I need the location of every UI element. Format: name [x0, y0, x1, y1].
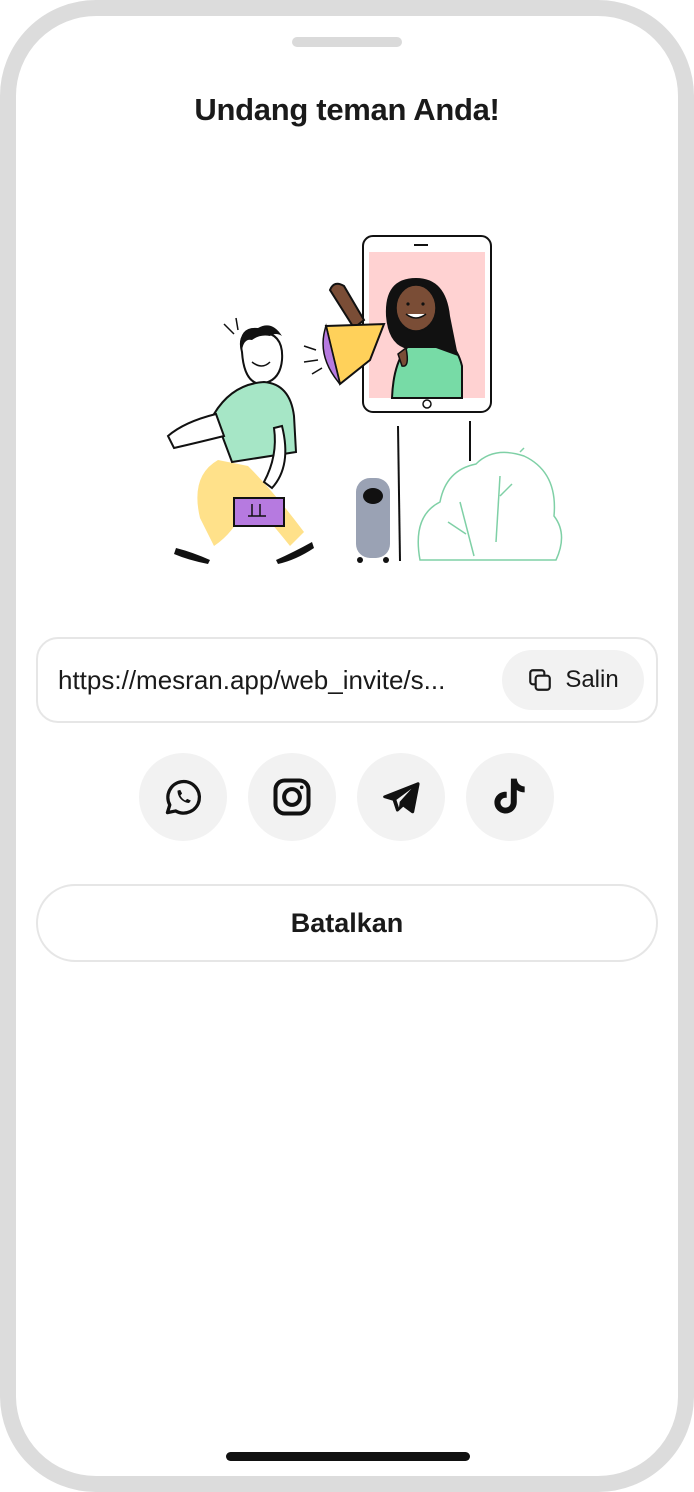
- sheet-grabber[interactable]: [292, 37, 402, 47]
- tiktok-icon: [494, 778, 525, 814]
- copy-link-button[interactable]: Salin: [502, 650, 644, 710]
- copy-icon: [529, 669, 552, 691]
- page-title: Undang teman Anda!: [194, 92, 500, 127]
- share-telegram-button[interactable]: [357, 753, 445, 841]
- bush-illustration: [417, 447, 563, 561]
- phone-frame: Undang teman Anda! https://mesran.app/we…: [0, 0, 694, 1492]
- share-tiktok-button[interactable]: [466, 753, 554, 841]
- copy-button-label: Salin: [565, 666, 619, 693]
- phone-illustration: [328, 235, 492, 562]
- instagram-icon: [273, 778, 311, 816]
- telegram-icon: [383, 782, 420, 814]
- share-targets: [139, 753, 559, 841]
- cancel-button[interactable]: Batalkan: [36, 884, 658, 962]
- man-illustration: [166, 317, 314, 564]
- invite-link-text[interactable]: https://mesran.app/web_invite/s...: [58, 663, 488, 697]
- home-indicator[interactable]: [226, 1452, 470, 1461]
- trash-bin-illustration: [356, 478, 390, 563]
- whatsapp-icon: [165, 779, 202, 815]
- invite-illustration: [166, 235, 563, 564]
- share-instagram-button[interactable]: [248, 753, 336, 841]
- share-whatsapp-button[interactable]: [139, 753, 227, 841]
- invite-link-field[interactable]: https://mesran.app/web_invite/s... Salin: [36, 637, 658, 723]
